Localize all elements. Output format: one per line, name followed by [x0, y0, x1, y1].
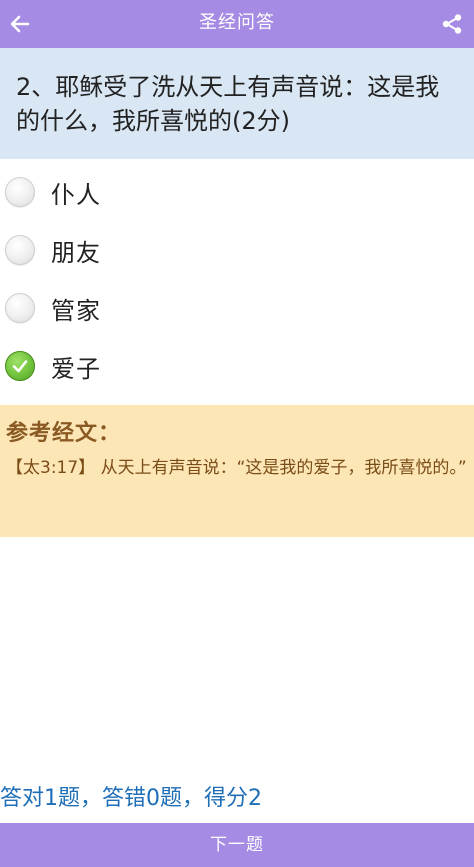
reference-heading: 参考经文：: [6, 421, 122, 446]
option-label: 管家: [51, 296, 101, 325]
reference-text: 【太3:17】 从天上有声音说：“这是我的爱子，我所喜悦的。”: [6, 458, 467, 478]
option-label: 爱子: [51, 354, 101, 383]
option-label: 朋友: [51, 238, 101, 267]
quiz-page: 圣经问答 2、耶稣受了洗从天上有声音说：这是我的什么，我所喜悦的(2分) 仆人 …: [0, 0, 474, 867]
top-bar: 圣经问答: [0, 0, 474, 48]
option-3[interactable]: 管家: [0, 279, 474, 337]
option-2[interactable]: 朋友: [0, 221, 474, 279]
radio-button[interactable]: [5, 177, 35, 207]
score-summary: 答对1题，答错0题，得分2: [0, 786, 262, 811]
reference-panel: 参考经文： 【太3:17】 从天上有声音说：“这是我的爱子，我所喜悦的。”: [0, 405, 474, 537]
question-panel: 2、耶稣受了洗从天上有声音说：这是我的什么，我所喜悦的(2分): [0, 48, 474, 159]
option-4[interactable]: 爱子: [0, 337, 474, 395]
radio-button[interactable]: [5, 235, 35, 265]
option-1[interactable]: 仆人: [0, 163, 474, 221]
share-icon: [442, 14, 462, 34]
checkmark-icon: [12, 360, 28, 373]
question-text: 2、耶稣受了洗从天上有声音说：这是我的什么，我所喜悦的(2分): [16, 73, 440, 135]
option-label: 仆人: [51, 180, 101, 209]
next-question-button[interactable]: 下一题: [0, 823, 474, 867]
answer-options: 仆人 朋友 管家 爱子: [0, 163, 474, 395]
share-button[interactable]: [438, 10, 466, 38]
radio-button-checked[interactable]: [5, 351, 35, 381]
page-title: 圣经问答: [199, 12, 275, 33]
radio-button[interactable]: [5, 293, 35, 323]
